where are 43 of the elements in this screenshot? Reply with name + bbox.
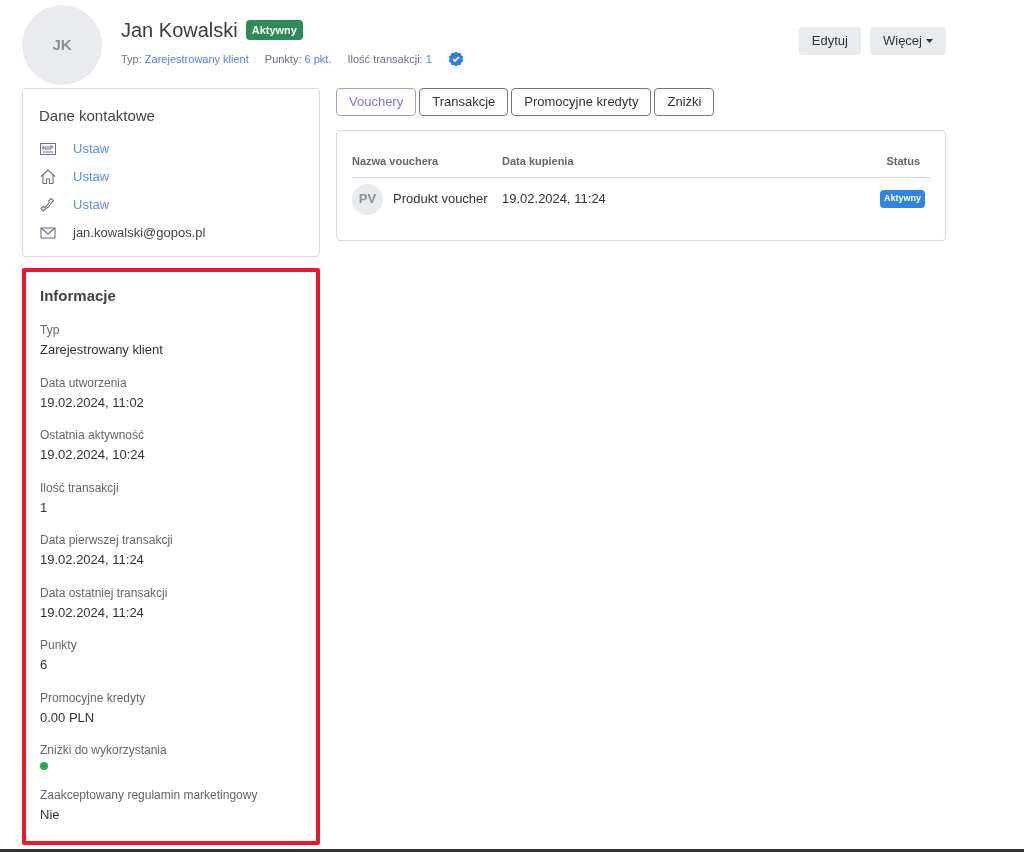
field-label: Zaakceptowany regulamin marketingowy — [40, 787, 259, 804]
field-value: 19.02.2024, 11:24 — [40, 603, 145, 622]
field-label: Data ostatniej transakcji — [40, 584, 169, 602]
table-cell-text: Produkt voucher — [393, 190, 488, 209]
tab[interactable]: Zniżki — [654, 88, 715, 116]
customer-name: Jan Kowalski — [121, 18, 238, 43]
field-label: Promocyjne kredyty — [40, 689, 147, 707]
field-value: Nie — [40, 806, 61, 824]
home-icon — [39, 167, 57, 186]
field-label: Punkty — [40, 637, 78, 654]
card-title: Informacje — [40, 285, 117, 306]
field-value: 19.02.2024, 10:24 — [40, 446, 146, 464]
table-cell-text: 19.02.2024, 11:24 — [502, 190, 607, 209]
status-badge: Aktywny — [880, 190, 925, 208]
field-label: Data utworzenia — [40, 374, 128, 392]
column-header: Status — [886, 154, 921, 169]
tab[interactable]: Vouchery — [336, 88, 417, 116]
field-label: Ostatnia aktywność — [40, 427, 146, 444]
card-title: Dane kontaktowe — [39, 106, 156, 126]
phone-icon — [39, 195, 57, 214]
email-text: jan.kowalski@gopos.pl — [73, 223, 206, 242]
field-label: Typ — [40, 322, 61, 339]
column-header: Data kupienia — [502, 154, 575, 169]
tab[interactable]: Transakcje — [419, 88, 509, 116]
status-badge: Aktywny — [245, 19, 303, 41]
meta-info: Typ: Zarejestrowany klient — [121, 52, 249, 67]
field-value: 0.00 PLN — [40, 708, 96, 727]
avatar: JK — [22, 5, 102, 85]
field-value: 1 — [40, 498, 49, 517]
meta-info: Ilość transakcji: 1 — [347, 52, 432, 67]
edit-button[interactable]: Edytuj — [798, 27, 861, 55]
meta-info: Punkty: 6 pkt. — [264, 52, 332, 67]
field-value: 19.02.2024, 11:24 — [40, 551, 145, 569]
voucher-avatar: PV — [352, 183, 383, 215]
column-header: Nazwa vouchera — [352, 154, 440, 169]
field-label: Data pierwszej transakcji — [40, 532, 174, 549]
tab[interactable]: Promocyjne kredyty — [511, 88, 652, 116]
field-label: Ilość transakcji — [40, 479, 120, 497]
field-value: Zarejestrowany klient — [40, 341, 164, 359]
more-dropdown-button[interactable]: Więcej — [870, 27, 946, 55]
field-label: Zniżki do wykorzystania — [40, 742, 168, 759]
field-value: 6 — [40, 656, 49, 674]
field-value: 19.02.2024, 11:02 — [40, 393, 145, 412]
